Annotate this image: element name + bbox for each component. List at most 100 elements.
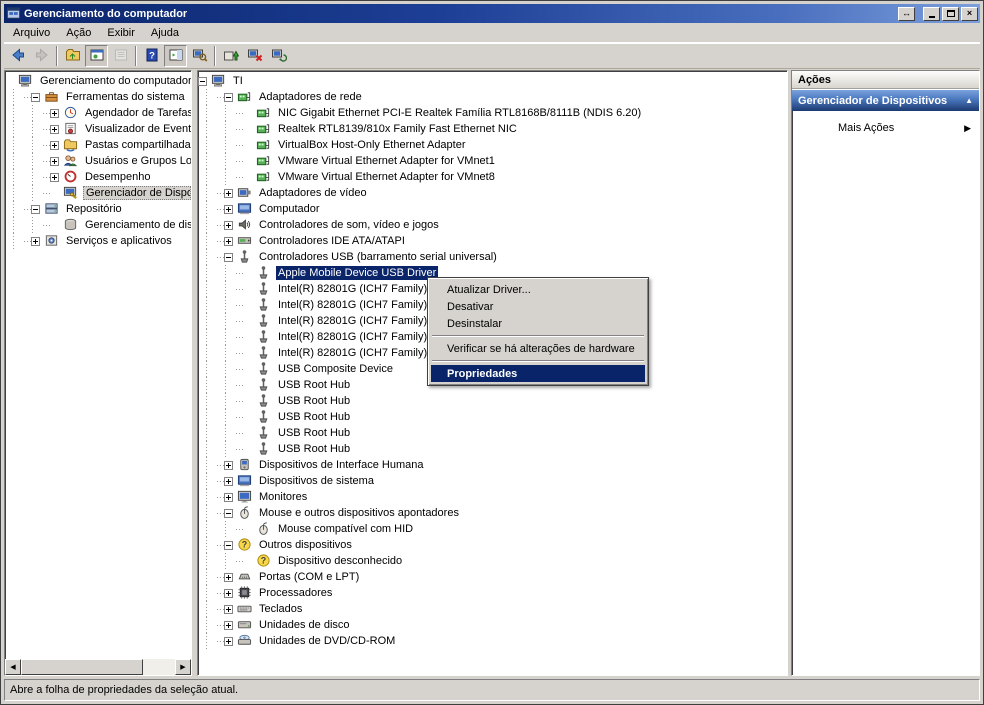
maximize-button[interactable] — [942, 7, 959, 21]
scrollbar-track[interactable] — [143, 659, 175, 675]
resize-button[interactable]: ↔ — [898, 7, 915, 21]
tree-item[interactable]: Gerenciamento de disco — [5, 217, 191, 233]
tree-item[interactable]: VirtualBox Host-Only Ethernet Adapter — [198, 137, 787, 153]
forward-button[interactable] — [30, 45, 53, 67]
show-action-pane-button[interactable] — [164, 45, 187, 67]
title-bar[interactable]: Gerenciamento do computador ↔ × — [4, 4, 980, 23]
tree-item[interactable]: Visualizador de Eventos — [5, 121, 191, 137]
collapse-toggle[interactable] — [224, 509, 233, 518]
expand-toggle[interactable] — [224, 237, 233, 246]
context-menu-item-desinstalar[interactable]: Desinstalar — [431, 315, 645, 332]
tree-item[interactable]: Usuários e Grupos Locais — [5, 153, 191, 169]
expand-toggle[interactable] — [31, 237, 40, 246]
collapse-toggle[interactable] — [224, 93, 233, 102]
expand-toggle[interactable] — [224, 477, 233, 486]
expand-toggle[interactable] — [224, 189, 233, 198]
collapse-toggle[interactable] — [31, 93, 40, 102]
tree-item[interactable]: Teclados — [198, 601, 787, 617]
expand-toggle[interactable] — [50, 141, 59, 150]
menu-item-exibir[interactable]: Exibir — [99, 24, 143, 42]
collapse-toggle[interactable] — [31, 205, 40, 214]
update-driver-button[interactable] — [219, 45, 242, 67]
tree-item[interactable]: USB Root Hub — [198, 393, 787, 409]
scroll-right-button[interactable]: ▶ — [175, 659, 191, 675]
minimize-button[interactable] — [923, 7, 940, 21]
tree-item[interactable]: Controladores de som, vídeo e jogos — [198, 217, 787, 233]
tree-item[interactable]: VMware Virtual Ethernet Adapter for VMne… — [198, 153, 787, 169]
expand-toggle[interactable] — [50, 157, 59, 166]
uninstall-device-button[interactable] — [267, 45, 290, 67]
expand-toggle[interactable] — [50, 109, 59, 118]
tree-item[interactable]: USB Root Hub — [198, 409, 787, 425]
tree-item[interactable]: Adaptadores de rede — [198, 89, 787, 105]
processor-device-icon — [237, 585, 253, 601]
scrollbar-thumb[interactable] — [21, 659, 143, 675]
context-menu-item-desativar[interactable]: Desativar — [431, 298, 645, 315]
tree-item[interactable]: Realtek RTL8139/810x Family Fast Etherne… — [198, 121, 787, 137]
tree-guide — [5, 169, 24, 185]
tree-item[interactable]: Desempenho — [5, 169, 191, 185]
tree-item[interactable]: Monitores — [198, 489, 787, 505]
tree-item[interactable]: Portas (COM e LPT) — [198, 569, 787, 585]
tree-item[interactable]: Repositório — [5, 201, 191, 217]
tree-item[interactable]: USB Root Hub — [198, 425, 787, 441]
tree-item[interactable]: ?Outros dispositivos — [198, 537, 787, 553]
menu-item-arquivo[interactable]: Arquivo — [5, 24, 58, 42]
tree-item[interactable]: Ferramentas do sistema — [5, 89, 191, 105]
tree-item[interactable]: ?Dispositivo desconhecido — [198, 553, 787, 569]
show-console-tree-button[interactable] — [61, 45, 84, 67]
tree-item[interactable]: Pastas compartilhadas — [5, 137, 191, 153]
collapse-toggle[interactable] — [198, 77, 207, 86]
tree-guide — [24, 137, 43, 153]
expand-toggle[interactable] — [224, 493, 233, 502]
context-menu-item-propriedades[interactable]: Propriedades — [431, 365, 645, 382]
tree-item[interactable]: Processadores — [198, 585, 787, 601]
tree-item[interactable]: Agendador de Tarefas — [5, 105, 191, 121]
close-button[interactable]: × — [961, 7, 978, 21]
context-menu-item-verificar-se-ha-alterac-o-es-de-hardware[interactable]: Verificar se há alterações de hardware — [431, 340, 645, 357]
tree-item[interactable]: USB Root Hub — [198, 441, 787, 457]
expand-toggle[interactable] — [224, 221, 233, 230]
tree-item[interactable]: Gerenciamento do computador (lo — [5, 73, 191, 89]
expand-toggle[interactable] — [224, 461, 233, 470]
tree-item[interactable]: Computador — [198, 201, 787, 217]
tree-item[interactable]: Serviços e aplicativos — [5, 233, 191, 249]
storage-icon — [44, 201, 60, 217]
menu-item-acao[interactable]: Ação — [58, 24, 99, 42]
expand-toggle[interactable] — [50, 173, 59, 182]
expand-toggle[interactable] — [224, 573, 233, 582]
tree-item[interactable]: Gerenciador de Dispositivos — [5, 185, 191, 201]
tree-item[interactable]: Dispositivos de Interface Humana — [198, 457, 787, 473]
expand-toggle[interactable] — [224, 605, 233, 614]
expand-toggle[interactable] — [224, 589, 233, 598]
expand-toggle[interactable] — [224, 205, 233, 214]
tree-item[interactable]: Unidades de DVD/CD-ROM — [198, 633, 787, 649]
expand-toggle[interactable] — [224, 621, 233, 630]
tree-item[interactable]: Adaptadores de vídeo — [198, 185, 787, 201]
expand-toggle[interactable] — [224, 637, 233, 646]
context-menu-item-atualizar-driver[interactable]: Atualizar Driver... — [431, 281, 645, 298]
expand-toggle[interactable] — [50, 125, 59, 134]
tree-connector — [217, 625, 224, 626]
collapse-toggle[interactable] — [224, 541, 233, 550]
tree-item[interactable]: VMware Virtual Ethernet Adapter for VMne… — [198, 169, 787, 185]
tree-item[interactable]: TI — [198, 73, 787, 89]
action-item-mais-ac-o-es[interactable]: Mais Ações▶ — [792, 119, 979, 137]
tree-item[interactable]: Unidades de disco — [198, 617, 787, 633]
tree-item[interactable]: Controladores IDE ATA/ATAPI — [198, 233, 787, 249]
tree-item[interactable]: Controladores USB (barramento serial uni… — [198, 249, 787, 265]
back-button[interactable] — [6, 45, 29, 67]
disable-device-button[interactable] — [243, 45, 266, 67]
scan-hardware-changes-button[interactable] — [188, 45, 211, 67]
scroll-left-button[interactable]: ◀ — [5, 659, 21, 675]
collapse-toggle[interactable] — [224, 253, 233, 262]
tree-item[interactable]: Mouse compatível com HID — [198, 521, 787, 537]
menu-item-ajuda[interactable]: Ajuda — [143, 24, 187, 42]
export-list-button[interactable] — [109, 45, 132, 67]
tree-item[interactable]: Mouse e outros dispositivos apontadores — [198, 505, 787, 521]
actions-group-header[interactable]: Gerenciador de Dispositivos ▲ — [792, 89, 979, 111]
help-button[interactable]: ? — [140, 45, 163, 67]
tree-item[interactable]: NIC Gigabit Ethernet PCI-E Realtek Famíl… — [198, 105, 787, 121]
tree-item[interactable]: Dispositivos de sistema — [198, 473, 787, 489]
console-window-button[interactable] — [85, 45, 108, 67]
